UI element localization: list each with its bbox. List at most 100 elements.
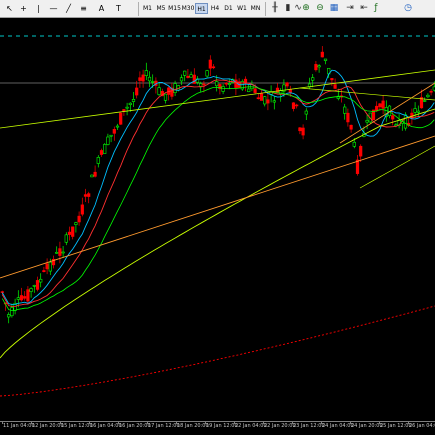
candle [135, 87, 139, 96]
candle [10, 307, 14, 317]
candle [259, 93, 264, 101]
candle [157, 87, 161, 96]
candle [103, 144, 107, 154]
candle [93, 171, 97, 177]
tile-icon[interactable]: ▦ [328, 3, 340, 14]
candle [317, 65, 321, 68]
candle [83, 194, 88, 197]
autoscroll-icon[interactable]: ⇥ [344, 3, 356, 14]
timeframe-m30-button[interactable]: M30 [182, 3, 195, 14]
candle [298, 127, 302, 132]
candle [330, 78, 334, 81]
zoom-in-icon[interactable]: ⊕ [300, 3, 312, 14]
cursor-icon[interactable]: ↖ [4, 3, 15, 14]
candle [253, 88, 257, 93]
candle [343, 106, 347, 114]
time-axis-label: 25 Jan 12:00 [380, 423, 412, 429]
indicators-icon[interactable]: ƒ [370, 3, 382, 14]
timeframe-d1-button[interactable]: D1 [222, 3, 235, 14]
candle [71, 226, 75, 237]
timeframe-w1-button[interactable]: W1 [236, 3, 249, 14]
trendline-orange[interactable] [0, 135, 435, 279]
candle [147, 76, 152, 82]
candle [61, 251, 65, 254]
candle [179, 77, 184, 82]
candle [35, 280, 40, 290]
time-axis-label: 15 Jan 12:00 [61, 423, 93, 429]
vertical-line-icon[interactable]: | [33, 3, 44, 14]
candle [115, 125, 120, 128]
candle [26, 289, 30, 302]
trendline-icon[interactable]: ╱ [63, 3, 74, 14]
price-chart[interactable] [0, 18, 435, 421]
candle [256, 97, 260, 100]
candle [99, 150, 104, 155]
moving-average-fast-line[interactable] [1, 69, 435, 306]
candle [365, 120, 369, 123]
candle [74, 222, 78, 225]
toolbar-separator [138, 2, 139, 16]
candle [349, 124, 353, 130]
candle [173, 83, 177, 93]
timeframe-m15-button[interactable]: M15 [168, 3, 181, 14]
candle [189, 74, 193, 78]
time-axis-label: 16 Jan 20:00 [119, 423, 151, 429]
time-axis: 11 Jan 04:00 12 Jan 20:00 15 Jan 12:00 16 J… [0, 421, 435, 435]
trendline-flat[interactable] [299, 87, 435, 101]
time-axis-label: 16 Jan 04:00 [90, 423, 122, 429]
candle [16, 297, 20, 300]
candle [381, 100, 385, 109]
time-axis-label: 22 Jan 04:00 [235, 423, 267, 429]
candle [423, 100, 427, 102]
candle [144, 70, 148, 76]
candle [320, 51, 324, 58]
candle [215, 81, 219, 87]
moving-average-long-dotted-line[interactable] [0, 305, 435, 397]
channel-line-lower[interactable] [359, 145, 435, 189]
candle [208, 59, 212, 69]
text-icon[interactable]: A [96, 3, 107, 14]
candle [224, 82, 228, 85]
candle [295, 104, 299, 107]
candle [186, 75, 190, 78]
candle [272, 100, 276, 103]
timeframe-m5-button[interactable]: M5 [155, 3, 168, 14]
candle [429, 90, 433, 93]
candle [247, 88, 251, 93]
candle [304, 110, 308, 115]
timeframe-h4-button[interactable]: H4 [209, 3, 222, 14]
candle [138, 77, 142, 81]
candle [131, 99, 136, 102]
chart-shift-icon[interactable]: ⇤ [358, 3, 370, 14]
candle [55, 251, 59, 254]
crosshair-icon[interactable]: + [18, 3, 29, 14]
moving-average-slow-line[interactable] [0, 108, 435, 359]
timeframe-mn-button[interactable]: MN [249, 3, 262, 14]
candle [211, 66, 216, 69]
periods-icon[interactable]: ◷ [402, 3, 414, 14]
zoom-out-icon[interactable]: ⊖ [314, 3, 326, 14]
candle [112, 129, 116, 134]
candle [263, 96, 267, 105]
candle [128, 102, 132, 105]
horizontal-line-icon[interactable]: — [48, 3, 59, 14]
bar-chart-icon[interactable]: ╫ [269, 3, 281, 14]
candle [291, 102, 296, 109]
channel-icon[interactable]: ≡ [78, 3, 89, 14]
candle [29, 288, 33, 292]
candle [7, 314, 11, 318]
time-axis-label: 22 Jan 20:00 [264, 423, 296, 429]
candle [202, 83, 206, 86]
timeframe-m1-button[interactable]: M1 [141, 3, 154, 14]
candle [403, 114, 408, 129]
candle [426, 94, 430, 98]
candle [80, 204, 84, 215]
label-icon[interactable]: T [113, 3, 124, 14]
candle [42, 270, 46, 273]
candle [416, 110, 420, 113]
candle [19, 295, 24, 301]
timeframe-h1-button[interactable]: H1 [195, 3, 208, 14]
candle [163, 93, 168, 101]
candle [227, 83, 232, 85]
time-axis-label: 24 Jan 20:00 [351, 423, 383, 429]
